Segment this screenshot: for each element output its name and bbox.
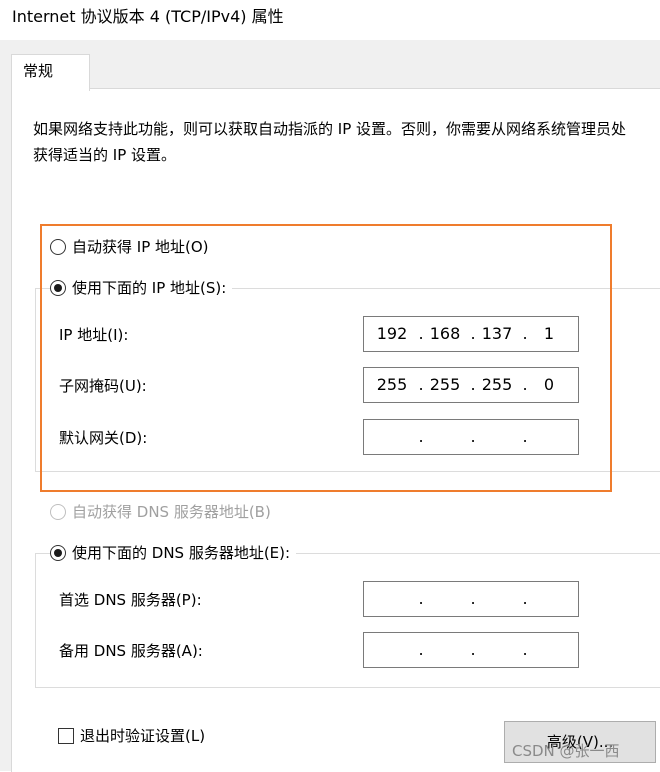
watermark: CSDN @张一西 [512, 742, 620, 760]
radio-manual-ip[interactable]: 使用下面的 IP 地址(S): [50, 277, 233, 299]
tab-general[interactable]: 常规 [11, 54, 90, 91]
radio-manual-dns-label: 使用下面的 DNS 服务器地址(E): [72, 544, 291, 562]
octet-separator: . [522, 375, 528, 394]
subnet-mask-input[interactable]: 255 . 255 . 255 . 0 [363, 367, 579, 403]
validate-on-exit-label: 退出时验证设置(L) [80, 727, 206, 745]
validate-on-exit-checkbox[interactable]: 退出时验证设置(L) [58, 725, 205, 747]
octet-separator: . [418, 427, 424, 446]
alternate-dns-label: 备用 DNS 服务器(A): [59, 642, 203, 660]
octet-separator: . [522, 324, 528, 343]
ip-address-octet: 192 [376, 324, 408, 343]
octet-separator: . [470, 427, 476, 446]
alternate-dns-input[interactable]: . . . [363, 632, 579, 668]
ip-address-label: IP 地址(I): [59, 326, 129, 344]
ip-address-octet: 1 [543, 324, 555, 343]
preferred-dns-input[interactable]: . . . [363, 581, 579, 617]
radio-manual-ip-indicator[interactable] [50, 280, 66, 296]
subnet-mask-octet: 255 [429, 375, 461, 394]
octet-separator: . [522, 640, 528, 659]
default-gateway-input[interactable]: . . . [363, 419, 579, 455]
radio-auto-ip[interactable]: 自动获得 IP 地址(O) [50, 236, 215, 258]
octet-separator: . [522, 427, 528, 446]
description-text: 如果网络支持此功能，则可以获取自动指派的 IP 设置。否则，你需要从网络系统管理… [33, 120, 627, 164]
octet-separator: . [418, 589, 424, 608]
ip-address-octet: 137 [481, 324, 513, 343]
ip-address-input[interactable]: 192 . 168 . 137 . 1 [363, 316, 579, 352]
octet-separator: . [418, 375, 424, 394]
octet-separator: . [418, 640, 424, 659]
preferred-dns-label: 首选 DNS 服务器(P): [59, 591, 202, 609]
checkbox-indicator[interactable] [58, 728, 74, 744]
radio-auto-ip-indicator[interactable] [50, 239, 66, 255]
radio-auto-dns[interactable]: 自动获得 DNS 服务器地址(B) [50, 501, 277, 523]
default-gateway-label: 默认网关(D): [59, 429, 148, 447]
subnet-mask-octet: 255 [481, 375, 513, 394]
radio-auto-dns-indicator[interactable] [50, 504, 66, 520]
octet-separator: . [470, 589, 476, 608]
radio-manual-dns[interactable]: 使用下面的 DNS 服务器地址(E): [50, 542, 297, 564]
octet-separator: . [522, 589, 528, 608]
octet-separator: . [470, 640, 476, 659]
ip-address-octet: 168 [429, 324, 461, 343]
octet-separator: . [470, 375, 476, 394]
octet-separator: . [418, 324, 424, 343]
radio-manual-dns-indicator[interactable] [50, 545, 66, 561]
subnet-mask-octet: 255 [376, 375, 408, 394]
window-title: Internet 协议版本 4 (TCP/IPv4) 属性 [12, 7, 284, 26]
radio-manual-ip-label: 使用下面的 IP 地址(S): [72, 279, 227, 297]
radio-auto-dns-label: 自动获得 DNS 服务器地址(B) [72, 503, 271, 521]
radio-auto-ip-label: 自动获得 IP 地址(O) [72, 238, 209, 256]
subnet-mask-label: 子网掩码(U): [59, 377, 147, 395]
octet-separator: . [470, 324, 476, 343]
tab-general-label: 常规 [23, 62, 54, 80]
subnet-mask-octet: 0 [543, 375, 555, 394]
